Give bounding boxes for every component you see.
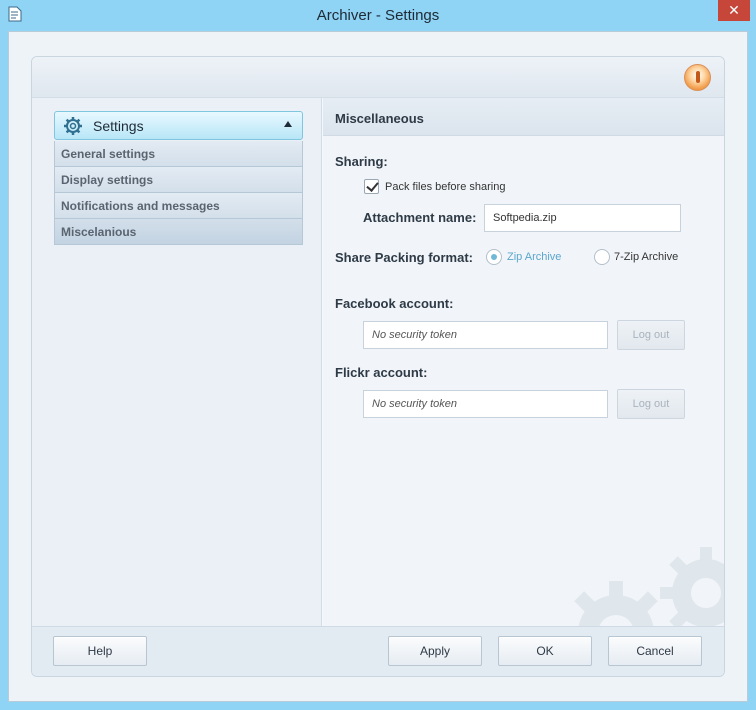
sidebar: Settings General settings Display settin…	[32, 98, 322, 628]
zip-archive-label: Zip Archive	[507, 251, 562, 263]
collapse-caret-icon[interactable]	[284, 121, 292, 127]
settings-nav-header[interactable]: Settings	[54, 111, 303, 140]
dialog-footer: Help Apply OK Cancel	[32, 626, 724, 676]
facebook-account-label: Facebook account:	[335, 296, 454, 311]
sidebar-item-miscellaneous[interactable]: Miscelanious	[54, 219, 303, 245]
window-client: Settings General settings Display settin…	[8, 31, 748, 702]
title-bar: Archiver - Settings ✕	[0, 0, 756, 32]
pack-files-checkbox[interactable]	[364, 179, 379, 194]
packing-format-label: Share Packing format:	[335, 250, 473, 265]
cancel-button[interactable]: Cancel	[608, 636, 702, 666]
attachment-name-label: Attachment name:	[363, 210, 477, 225]
gear-icon	[64, 117, 82, 135]
help-button[interactable]: Help	[53, 636, 147, 666]
flickr-token-field[interactable]: No security token	[363, 390, 608, 418]
pack-files-label: Pack files before sharing	[385, 181, 506, 193]
seven-zip-archive-radio[interactable]	[594, 249, 610, 265]
seven-zip-archive-label: 7-Zip Archive	[614, 251, 679, 263]
section-title: Miscellaneous	[335, 111, 424, 126]
attachment-name-input[interactable]: Softpedia.zip	[484, 204, 681, 232]
sharing-label: Sharing:	[335, 154, 388, 169]
sidebar-item-notifications[interactable]: Notifications and messages	[54, 193, 303, 219]
apply-button[interactable]: Apply	[388, 636, 482, 666]
settings-panel: Settings General settings Display settin…	[31, 56, 725, 677]
zip-archive-radio[interactable]	[486, 249, 502, 265]
panel-header	[32, 57, 724, 98]
ok-button[interactable]: OK	[498, 636, 592, 666]
content-header: Miscellaneous	[323, 98, 724, 136]
facebook-token-field[interactable]: No security token	[363, 321, 608, 349]
settings-nav-list: General settings Display settings Notifi…	[54, 141, 303, 245]
content-area: Miscellaneous Sharing: Pack files before…	[323, 98, 724, 648]
flickr-logout-button[interactable]: Log out	[617, 389, 685, 419]
facebook-logout-button[interactable]: Log out	[617, 320, 685, 350]
flickr-account-label: Flickr account:	[335, 365, 428, 380]
window-title: Archiver - Settings	[316, 7, 440, 24]
nav-header-label: Settings	[93, 118, 144, 134]
sidebar-item-general[interactable]: General settings	[54, 141, 303, 167]
sidebar-item-display[interactable]: Display settings	[54, 167, 303, 193]
close-button[interactable]: ✕	[718, 0, 750, 21]
help-orb-icon[interactable]	[684, 64, 711, 91]
